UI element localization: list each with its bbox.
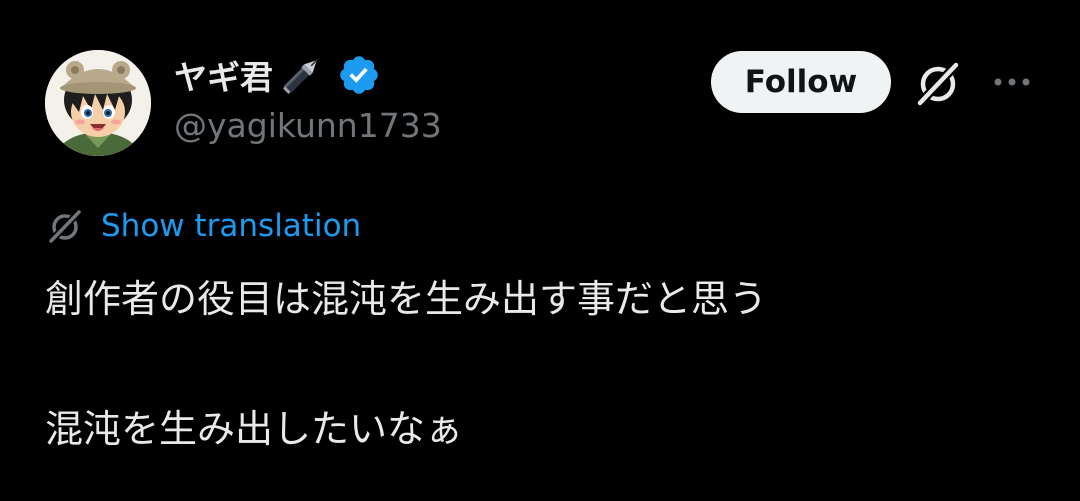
fountain-pen-icon (277, 53, 327, 97)
tweet-card: ヤギ君 @yagikunn1733 Follow Show translatio… (0, 0, 1080, 501)
show-translation-link[interactable]: Show translation (45, 204, 361, 248)
tweet-text-line: 創作者の役目は混沌を生み出す事だと思う (45, 277, 768, 321)
author-name-row[interactable]: ヤギ君 (174, 50, 381, 100)
display-name[interactable]: ヤギ君 (174, 51, 273, 99)
tweet-text-line: 混沌を生み出したいなぁ (45, 407, 464, 451)
author-handle[interactable]: @yagikunn1733 (174, 106, 442, 145)
follow-button[interactable]: Follow (711, 51, 891, 113)
avatar[interactable] (45, 50, 151, 156)
show-translation-label[interactable]: Show translation (101, 208, 361, 244)
more-options-icon[interactable] (990, 62, 1034, 102)
grok-icon[interactable] (910, 57, 966, 109)
grok-translate-icon (45, 206, 85, 246)
avatar-illustration (45, 50, 151, 156)
verified-badge-icon[interactable] (337, 53, 381, 97)
